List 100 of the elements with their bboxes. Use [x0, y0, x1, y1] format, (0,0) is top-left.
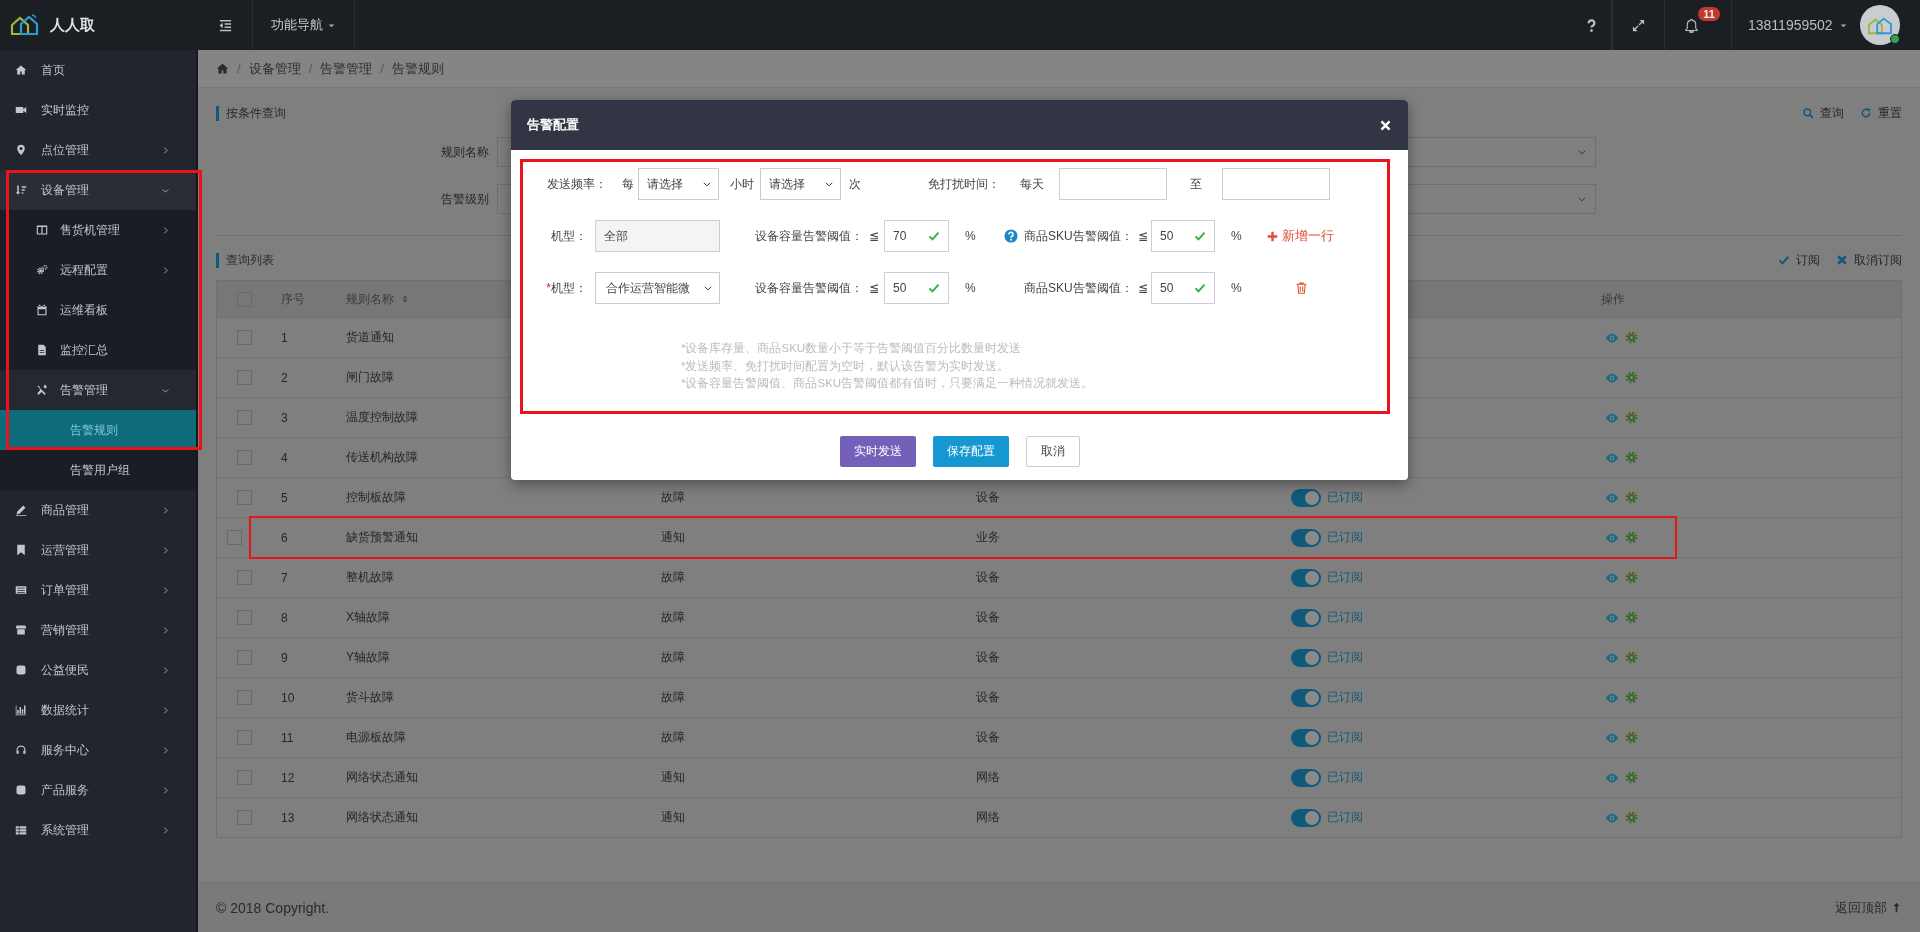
- sidebar-item[interactable]: 监控汇总: [0, 330, 196, 370]
- search-button[interactable]: 查询: [1802, 104, 1844, 122]
- time-field[interactable]: [1222, 168, 1330, 200]
- help-icon: [1004, 229, 1018, 243]
- threshold-field[interactable]: 50: [1151, 220, 1215, 252]
- status-label: 已订阅: [1327, 689, 1363, 706]
- user-menu-button[interactable]: 13811959502: [1748, 17, 1848, 33]
- sort-bars-icon: [15, 184, 27, 196]
- settings-button[interactable]: [1625, 371, 1638, 384]
- chevron-right-icon: [161, 745, 170, 755]
- sidebar-item[interactable]: 告警管理: [0, 370, 196, 410]
- home-link[interactable]: [216, 62, 229, 75]
- select-field[interactable]: 请选择: [760, 168, 841, 200]
- trash-icon: [1295, 281, 1308, 295]
- reset-button[interactable]: 重置: [1860, 104, 1902, 122]
- notifications-button[interactable]: 11: [1676, 7, 1720, 43]
- settings-button[interactable]: [1625, 771, 1638, 784]
- field-label: 免打扰时间：: [928, 175, 1000, 193]
- close-button[interactable]: [1379, 118, 1392, 132]
- add-row-link[interactable]: 新增一行: [1267, 227, 1334, 245]
- note-text: *发送频率、免打扰时间配置为空时，默认该告警为实时发送。: [681, 358, 1011, 374]
- chevron-right-icon: [161, 545, 170, 555]
- toggle-switch[interactable]: [1291, 608, 1321, 627]
- chevron-right-icon: [161, 505, 170, 515]
- threshold-field[interactable]: 50: [884, 272, 949, 304]
- settings-button[interactable]: [1625, 451, 1638, 464]
- unit-label: 次: [849, 175, 861, 193]
- field-label: 设备容量告警阈值：: [754, 279, 864, 297]
- breadcrumb-link[interactable]: 告警管理: [320, 59, 373, 78]
- select-field[interactable]: 请选择: [638, 168, 719, 200]
- toggle-switch[interactable]: [1291, 568, 1321, 587]
- chevron-down-icon: [1577, 147, 1587, 157]
- table-cell: 网络状态通知: [346, 769, 418, 786]
- filter-label: 规则名称: [440, 143, 490, 161]
- settings-button[interactable]: [1625, 531, 1638, 544]
- sidebar-item[interactable]: 售货机管理: [0, 210, 196, 250]
- gear-icon: [1625, 651, 1638, 664]
- table-cell: 1: [281, 330, 288, 345]
- sidebar-item[interactable]: 运维看板: [0, 290, 196, 330]
- table-cell: 设备: [976, 729, 1000, 746]
- toggle-switch[interactable]: [1291, 648, 1321, 667]
- select-field[interactable]: 合作运营智能微: [595, 272, 720, 304]
- table-cell: 8: [281, 610, 288, 625]
- calendar-icon: [36, 304, 48, 316]
- time-field[interactable]: [1059, 168, 1167, 200]
- status-label: 已订阅: [1327, 729, 1363, 746]
- table-cell: 故障: [661, 569, 685, 586]
- sidebar-item[interactable]: 告警用户组: [0, 450, 196, 490]
- status-label: 已订阅: [1327, 609, 1363, 626]
- settings-button[interactable]: [1625, 731, 1638, 744]
- delete-button[interactable]: [1295, 281, 1308, 295]
- breadcrumb-link[interactable]: 告警规则: [391, 59, 444, 78]
- toggle-switch[interactable]: [1291, 808, 1321, 827]
- toggle-switch[interactable]: [1291, 768, 1321, 787]
- home-icon: [15, 64, 27, 76]
- table-cell: 货道通知: [346, 329, 394, 346]
- unsubscribe-button[interactable]: 取消订阅: [1836, 251, 1902, 269]
- cancel-button[interactable]: 取消: [1025, 436, 1080, 467]
- table-cell: 11: [281, 730, 294, 745]
- toggle-switch[interactable]: [1291, 728, 1321, 747]
- table-cell: 业务: [976, 529, 1000, 546]
- settings-button[interactable]: [1625, 651, 1638, 664]
- settings-button[interactable]: [1625, 571, 1638, 584]
- field-label: 设备容量告警阈值：: [754, 227, 864, 245]
- settings-button[interactable]: [1625, 611, 1638, 624]
- bookmark-icon: [15, 544, 27, 556]
- document-icon: [36, 344, 48, 356]
- threshold-field[interactable]: 50: [1151, 272, 1215, 304]
- settings-button[interactable]: [1625, 691, 1638, 704]
- sidebar-item[interactable]: 远程配置: [0, 250, 196, 290]
- settings-button[interactable]: [1625, 411, 1638, 424]
- table-cell: 网络: [976, 769, 1000, 786]
- chevron-down-icon: [703, 283, 713, 293]
- copyright-text: © 2018 Copyright.: [216, 899, 330, 916]
- threshold-field[interactable]: 70: [884, 220, 949, 252]
- chevron-down-icon: [702, 179, 712, 189]
- gear-icon: [1625, 411, 1638, 424]
- tools-icon: [36, 384, 48, 396]
- section-title: 查询列表: [216, 252, 274, 268]
- toggle-switch[interactable]: [1291, 528, 1321, 547]
- toggle-switch[interactable]: [1291, 688, 1321, 707]
- breadcrumb-link[interactable]: 设备管理: [248, 59, 301, 78]
- table-cell: 7: [281, 570, 288, 585]
- rounded-square-icon: [15, 664, 27, 676]
- video-camera-icon: [15, 104, 27, 116]
- settings-button[interactable]: [1625, 811, 1638, 824]
- settings-button[interactable]: [1625, 331, 1638, 344]
- chevron-right-icon: [161, 265, 170, 275]
- avatar[interactable]: [1859, 5, 1900, 45]
- column-header: 操作: [1601, 290, 1625, 308]
- table-cell: 电源板故障: [346, 729, 406, 746]
- gear-icon: [1625, 491, 1638, 504]
- subscribe-button[interactable]: 订阅: [1778, 251, 1820, 269]
- model-field: 全部: [595, 220, 720, 252]
- field-label: 每天: [1020, 175, 1044, 193]
- toggle-switch[interactable]: [1291, 488, 1321, 507]
- settings-button[interactable]: [1625, 491, 1638, 504]
- send-button[interactable]: 实时发送: [839, 436, 916, 467]
- sort-icon: [400, 294, 410, 304]
- operator-label: ≦: [1138, 281, 1150, 295]
